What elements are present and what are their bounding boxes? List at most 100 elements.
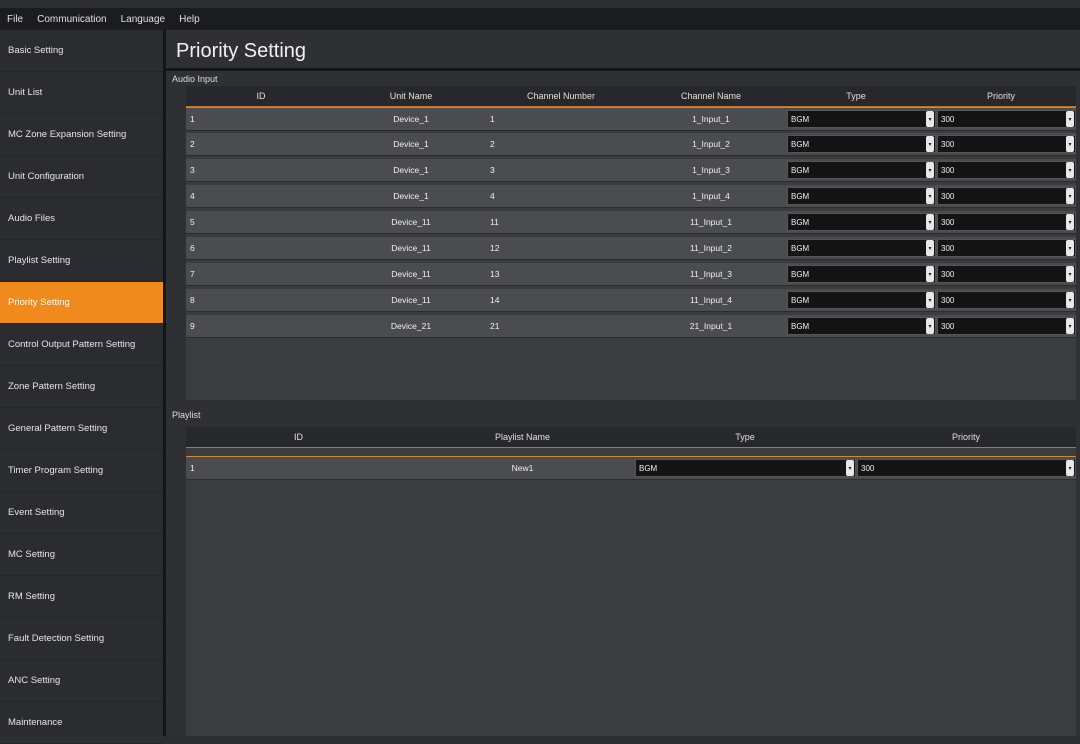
type-select[interactable]: BGM ▾ — [787, 291, 936, 309]
column-header-id[interactable]: ID — [186, 91, 336, 101]
sidebar-item-unit-list[interactable]: Unit List — [0, 72, 163, 114]
chevron-down-icon[interactable]: ▾ — [926, 318, 934, 334]
table-row[interactable]: 2 Device_1 2 1_Input_2 BGM ▾ 300 ▾ — [186, 133, 1076, 156]
type-select[interactable]: BGM ▾ — [787, 265, 936, 283]
column-header-type[interactable]: Type — [634, 432, 856, 442]
sidebar-item-mc-setting[interactable]: MC Setting — [0, 534, 163, 576]
chevron-down-icon[interactable]: ▾ — [1066, 162, 1074, 178]
type-value: BGM — [791, 191, 810, 201]
column-header-channel-name[interactable]: Channel Name — [636, 91, 786, 101]
priority-select[interactable]: 300 ▾ — [857, 459, 1076, 477]
type-select[interactable]: BGM ▾ — [787, 239, 936, 257]
sidebar-item-timer-program[interactable]: Timer Program Setting — [0, 450, 163, 492]
sidebar-item-priority-setting[interactable]: Priority Setting — [0, 282, 163, 324]
type-select[interactable]: BGM ▾ — [787, 213, 936, 231]
chevron-down-icon[interactable]: ▾ — [926, 188, 934, 204]
row-channel-number: 3 — [490, 165, 495, 175]
sidebar-item-maintenance[interactable]: Maintenance — [0, 702, 163, 744]
column-header-priority[interactable]: Priority — [856, 432, 1076, 442]
table-row[interactable]: 1 New1 BGM ▾ 300 ▾ — [186, 456, 1076, 480]
chevron-down-icon[interactable]: ▾ — [926, 266, 934, 282]
priority-select[interactable]: 300 ▾ — [937, 317, 1076, 335]
sidebar-item-rm-setting[interactable]: RM Setting — [0, 576, 163, 618]
sidebar-item-basic-setting[interactable]: Basic Setting — [0, 30, 163, 72]
chevron-down-icon[interactable]: ▾ — [1066, 266, 1074, 282]
column-header-id[interactable]: ID — [186, 432, 411, 442]
column-header-type[interactable]: Type — [786, 91, 926, 101]
sidebar-item-label: ANC Setting — [8, 675, 61, 686]
priority-value: 300 — [941, 269, 955, 279]
type-cell: BGM ▾ — [786, 135, 936, 153]
type-select[interactable]: BGM ▾ — [787, 317, 936, 335]
chevron-down-icon[interactable]: ▾ — [926, 162, 934, 178]
chevron-down-icon[interactable]: ▾ — [1066, 188, 1074, 204]
menu-communication[interactable]: Communication — [30, 14, 113, 25]
chevron-down-icon[interactable]: ▾ — [1066, 240, 1074, 256]
row-channel-name: 1_Input_2 — [692, 139, 730, 149]
priority-select[interactable]: 300 ▾ — [937, 213, 1076, 231]
chevron-down-icon[interactable]: ▾ — [926, 292, 934, 308]
chevron-down-icon[interactable]: ▾ — [1066, 136, 1074, 152]
table-row[interactable]: 8 Device_11 14 11_Input_4 BGM ▾ 300 ▾ — [186, 289, 1076, 312]
priority-value: 300 — [941, 295, 955, 305]
priority-select[interactable]: 300 ▾ — [937, 110, 1076, 128]
column-header-channel-number[interactable]: Channel Number — [486, 91, 636, 101]
type-select[interactable]: BGM ▾ — [787, 110, 936, 128]
menu-help[interactable]: Help — [172, 14, 207, 25]
sidebar-item-control-output-pattern[interactable]: Control Output Pattern Setting — [0, 324, 163, 366]
column-header-unit-name[interactable]: Unit Name — [336, 91, 486, 101]
menu-language[interactable]: Language — [114, 14, 173, 25]
table-row[interactable]: 6 Device_11 12 11_Input_2 BGM ▾ 300 ▾ — [186, 237, 1076, 260]
type-select[interactable]: BGM ▾ — [787, 161, 936, 179]
row-id: 7 — [190, 269, 195, 279]
row-id: 1 — [190, 114, 195, 124]
row-channel-name: 1_Input_4 — [692, 191, 730, 201]
sidebar-item-zone-pattern[interactable]: Zone Pattern Setting — [0, 366, 163, 408]
chevron-down-icon[interactable]: ▾ — [1066, 292, 1074, 308]
chevron-down-icon[interactable]: ▾ — [1066, 318, 1074, 334]
priority-select[interactable]: 300 ▾ — [937, 135, 1076, 153]
sidebar-item-fault-detection[interactable]: Fault Detection Setting — [0, 618, 163, 660]
chevron-down-icon[interactable]: ▾ — [1066, 460, 1074, 476]
table-row[interactable]: 7 Device_11 13 11_Input_3 BGM ▾ 300 ▾ — [186, 263, 1076, 286]
type-select[interactable]: BGM ▾ — [787, 135, 936, 153]
priority-select[interactable]: 300 ▾ — [937, 161, 1076, 179]
chevron-down-icon[interactable]: ▾ — [1066, 214, 1074, 230]
priority-cell: 300 ▾ — [936, 265, 1076, 283]
sidebar-item-general-pattern[interactable]: General Pattern Setting — [0, 408, 163, 450]
chevron-down-icon[interactable]: ▾ — [926, 214, 934, 230]
table-row[interactable]: 9 Device_21 21 21_Input_1 BGM ▾ 300 ▾ — [186, 315, 1076, 338]
table-row[interactable]: 3 Device_1 3 1_Input_3 BGM ▾ 300 ▾ — [186, 159, 1076, 182]
table-row[interactable]: 5 Device_11 11 11_Input_1 BGM ▾ 300 ▾ — [186, 211, 1076, 234]
type-cell: BGM ▾ — [786, 213, 936, 231]
sidebar-item-event-setting[interactable]: Event Setting — [0, 492, 163, 534]
type-cell: BGM ▾ — [786, 187, 936, 205]
type-value: BGM — [791, 269, 810, 279]
sidebar-item-label: Audio Files — [8, 213, 55, 224]
table-row[interactable]: 4 Device_1 4 1_Input_4 BGM ▾ 300 ▾ — [186, 185, 1076, 208]
sidebar-item-anc-setting[interactable]: ANC Setting — [0, 660, 163, 702]
table-row[interactable]: 1 Device_1 1 1_Input_1 BGM ▾ 300 ▾ — [186, 107, 1076, 131]
priority-select[interactable]: 300 ▾ — [937, 265, 1076, 283]
sidebar-item-audio-files[interactable]: Audio Files — [0, 198, 163, 240]
chevron-down-icon[interactable]: ▾ — [1066, 111, 1074, 127]
sidebar-item-label: Playlist Setting — [8, 255, 71, 266]
chevron-down-icon[interactable]: ▾ — [846, 460, 854, 476]
playlist-header: ID Playlist Name Type Priority — [186, 427, 1076, 448]
column-header-priority[interactable]: Priority — [926, 91, 1076, 101]
column-header-playlist-name[interactable]: Playlist Name — [411, 432, 634, 442]
menu-file[interactable]: File — [0, 14, 30, 25]
menubar: File Communication Language Help — [0, 8, 1080, 30]
chevron-down-icon[interactable]: ▾ — [926, 240, 934, 256]
chevron-down-icon[interactable]: ▾ — [926, 111, 934, 127]
sidebar-item-unit-configuration[interactable]: Unit Configuration — [0, 156, 163, 198]
chevron-down-icon[interactable]: ▾ — [926, 136, 934, 152]
sidebar-item-playlist-setting[interactable]: Playlist Setting — [0, 240, 163, 282]
priority-select[interactable]: 300 ▾ — [937, 291, 1076, 309]
priority-select[interactable]: 300 ▾ — [937, 187, 1076, 205]
sidebar: Basic Setting Unit List MC Zone Expansio… — [0, 30, 166, 744]
priority-select[interactable]: 300 ▾ — [937, 239, 1076, 257]
type-select[interactable]: BGM ▾ — [787, 187, 936, 205]
sidebar-item-mc-zone-expansion[interactable]: MC Zone Expansion Setting — [0, 114, 163, 156]
type-select[interactable]: BGM ▾ — [635, 459, 856, 477]
